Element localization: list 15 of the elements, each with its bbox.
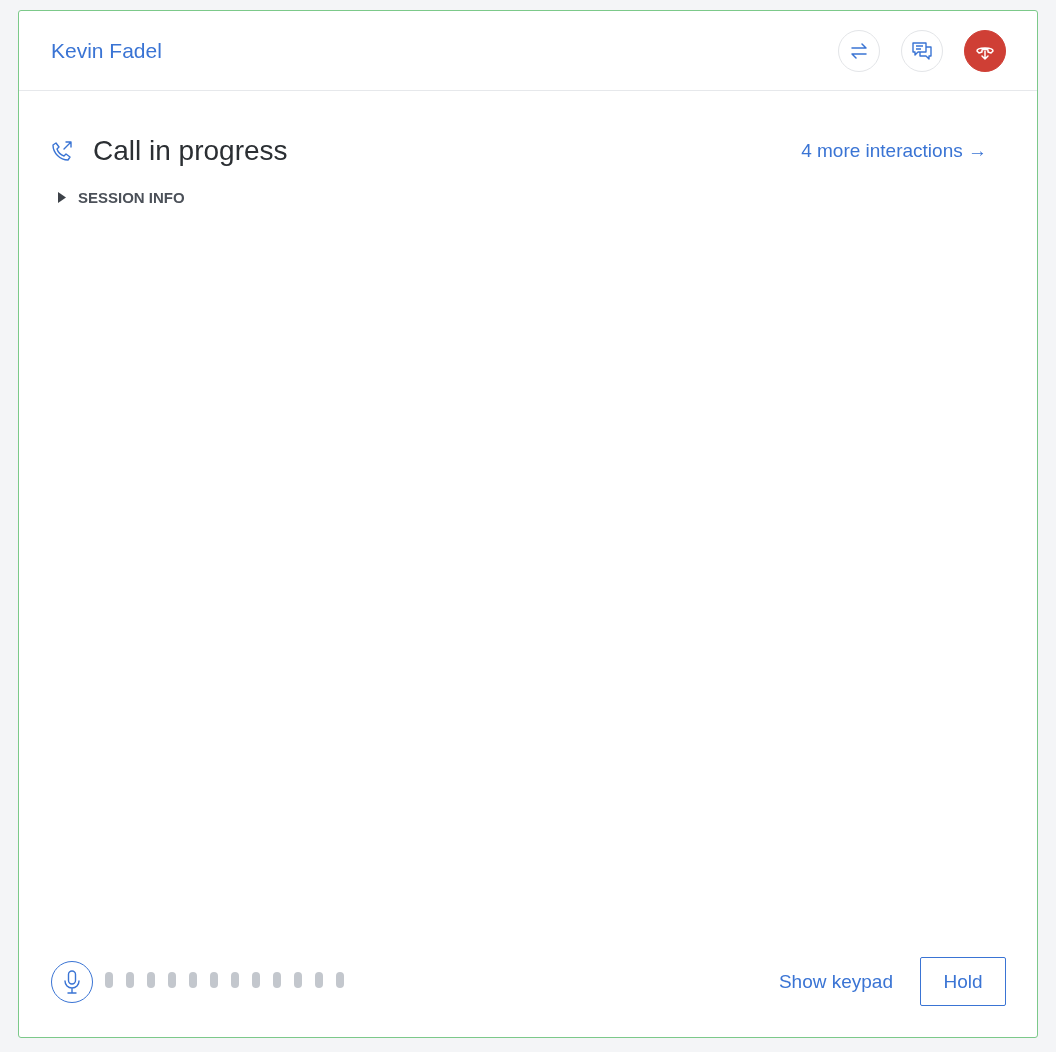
show-keypad-link[interactable]: Show keypad (778, 970, 893, 993)
call-status-title: Call in progress (93, 135, 289, 167)
chat-bubbles-icon (911, 39, 933, 62)
microphone-button[interactable] (51, 960, 93, 1003)
chat-button[interactable] (901, 29, 943, 72)
more-interactions-link[interactable]: 4 more interactions → (801, 140, 987, 162)
hang-up-button[interactable] (964, 29, 1006, 72)
expand-triangle-icon (58, 192, 67, 203)
transfer-button[interactable] (838, 29, 880, 72)
microphone-icon (63, 969, 81, 994)
phone-outgoing-icon (51, 140, 73, 162)
session-info-toggle[interactable]: SESSION INFO (58, 189, 185, 206)
hold-button[interactable]: Hold (920, 957, 1006, 1006)
swap-arrows-icon (849, 40, 869, 61)
contact-name: Kevin Fadel (51, 38, 163, 63)
